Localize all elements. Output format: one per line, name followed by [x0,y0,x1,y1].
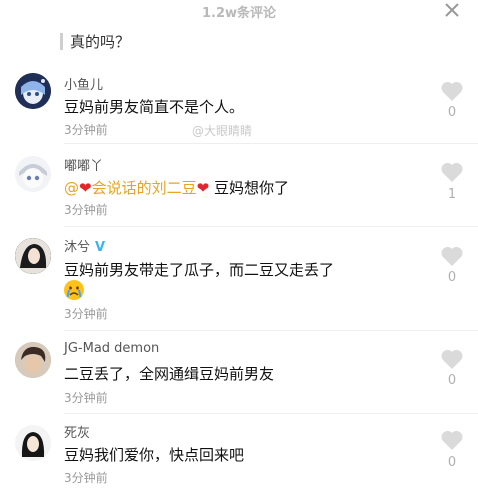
like-count: 0 [447,105,457,120]
comment-time: 3分钟前 [64,471,108,485]
comment-time: 3分钟前 [64,123,108,137]
divider [64,143,478,144]
like-count: 0 [447,373,457,388]
avatar[interactable] [15,425,51,461]
username[interactable]: 小鱼儿 [64,74,103,93]
avatar[interactable] [15,73,51,109]
like-count: 0 [447,270,457,285]
quoted-post-text: 真的吗？ [70,32,131,51]
like-icon[interactable] [440,80,464,102]
comment-text-rest: 豆妈想你了 [209,179,289,197]
comments-header: 1.2w条评论 [0,0,478,24]
username[interactable]: 沐兮 V [64,236,105,255]
watermark: @大眼睛睛 [192,124,253,138]
comment-text: 豆妈前男友简直不是个人。 [64,98,245,116]
comment-text: 豆妈我们爱你，快点回来吧 [64,446,245,464]
comment-text: @❤会说话的刘二豆❤ 豆妈想你了 [64,177,289,198]
red-heart-icon: ❤ [196,179,210,197]
username[interactable]: 死灰 [64,422,90,441]
like-icon[interactable] [440,348,464,370]
close-icon[interactable] [442,0,462,20]
divider [64,226,478,227]
mention-prefix: @ [64,179,79,197]
comment-time: 3分钟前 [64,307,108,321]
comment-count-title: 1.2w条评论 [201,6,277,21]
quoted-post: 真的吗？ [60,30,130,52]
username-text[interactable]: 沐兮 [64,240,90,255]
username[interactable]: 嘟嘟丫 [64,155,103,174]
mention-link[interactable]: 会说话的刘二豆 [92,179,197,197]
comment-time: 3分钟前 [64,203,108,217]
avatar[interactable] [15,238,51,274]
like-icon[interactable] [440,161,464,183]
comment-text: 二豆丢了，全网通缉豆妈前男友 [64,365,275,383]
like-count: 0 [447,455,457,470]
comment-item: 死灰 豆妈我们爱你，快点回来吧 3分钟前 0 [0,415,478,502]
like-icon[interactable] [440,429,464,451]
avatar[interactable] [15,156,51,192]
divider [64,413,478,414]
comment-item: 嘟嘟丫 @❤会说话的刘二豆❤ 豆妈想你了 3分钟前 1 [0,145,478,225]
like-icon[interactable] [440,245,464,267]
comment-item: JG-Mad demon 二豆丢了，全网通缉豆妈前男友 3分钟前 0 [0,332,478,412]
username[interactable]: JG-Mad demon [64,341,159,356]
comment-time: 3分钟前 [64,391,108,405]
comment-text: 豆妈前男友带走了瓜子，而二豆又走丢了 [64,261,335,279]
like-count: 1 [447,187,457,202]
comment-item: 沐兮 V 豆妈前男友带走了瓜子，而二豆又走丢了 3分钟前 0 [0,228,478,328]
verified-v-icon: V [95,240,106,255]
red-heart-icon: ❤ [79,179,92,197]
crying-face-icon [64,280,84,300]
quote-bar [60,32,63,50]
divider [64,330,478,331]
avatar[interactable] [15,342,51,378]
